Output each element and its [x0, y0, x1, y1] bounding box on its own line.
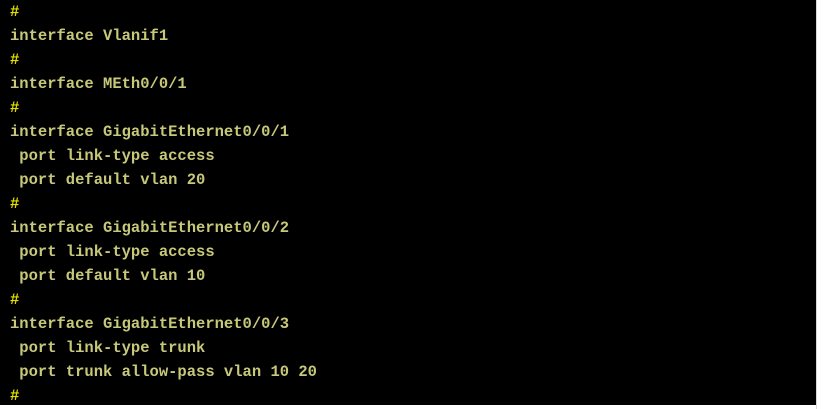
config-line: interface GigabitEthernet0/0/3	[10, 315, 290, 333]
vertical-scrollbar[interactable]	[816, 0, 830, 409]
config-line: interface MEth0/0/1	[10, 75, 187, 93]
config-line: port trunk allow-pass vlan 10 20	[10, 363, 317, 381]
config-lines: # interface Vlanif1 # interface MEth0/0/…	[10, 0, 317, 405]
terminal-window: # interface Vlanif1 # interface MEth0/0/…	[0, 0, 830, 409]
config-line: #	[10, 51, 20, 69]
config-line: #	[10, 3, 20, 21]
terminal-output[interactable]: # interface Vlanif1 # interface MEth0/0/…	[0, 0, 816, 405]
config-line: port default vlan 10	[10, 267, 206, 285]
config-line: interface GigabitEthernet0/0/2	[10, 219, 290, 237]
config-line: #	[10, 99, 20, 117]
config-line: port default vlan 20	[10, 171, 206, 189]
config-line: #	[10, 291, 20, 309]
config-line: #	[10, 195, 20, 213]
config-line: port link-type access	[10, 243, 215, 261]
config-line: interface GigabitEthernet0/0/1	[10, 123, 290, 141]
config-line: port link-type trunk	[10, 339, 206, 357]
config-line: interface Vlanif1	[10, 27, 169, 45]
config-line: port link-type access	[10, 147, 215, 165]
window-bottom-edge	[0, 405, 816, 409]
config-line: #	[10, 387, 20, 405]
